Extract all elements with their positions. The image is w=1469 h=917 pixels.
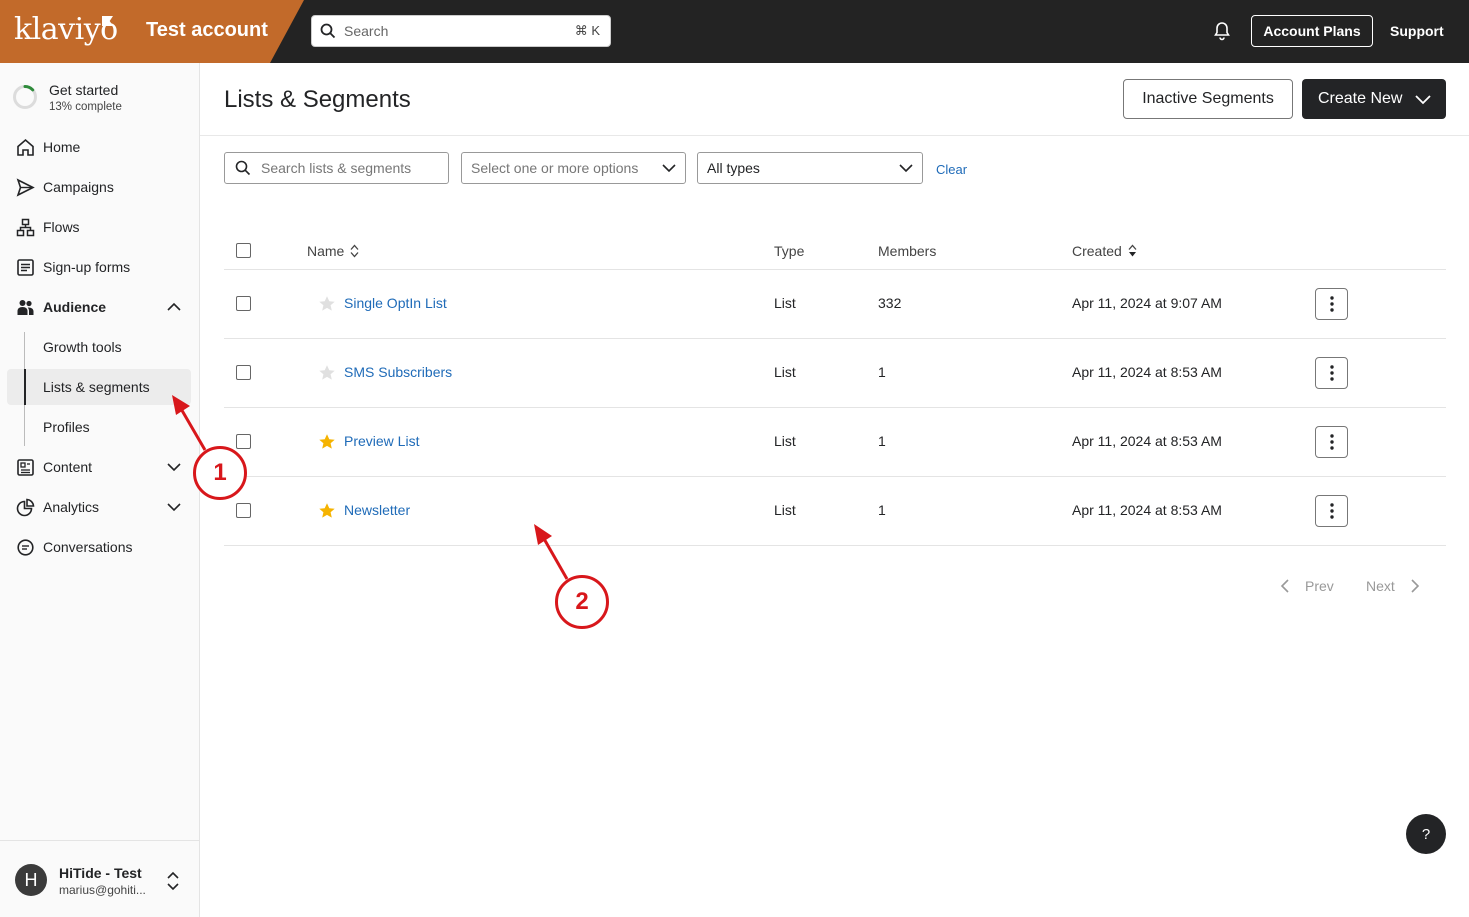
annotation-arrow-2 [541,536,569,580]
annotation-arrowhead-2 [534,524,552,545]
annotation-marker-1: 1 [193,446,247,500]
annotation-marker-2: 2 [555,575,609,629]
annotation-arrow-1 [178,406,207,451]
annotation-arrowhead-1 [172,395,190,415]
